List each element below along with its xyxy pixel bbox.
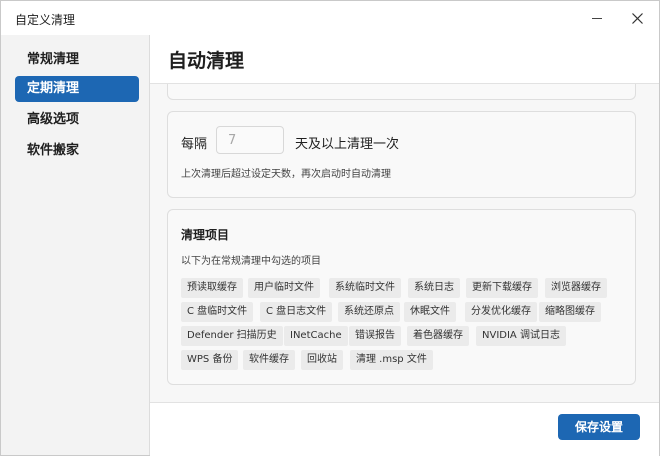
close-icon (631, 12, 643, 24)
sidebar-item-regular-clean[interactable]: 常规清理 (15, 47, 139, 73)
minimize-icon (592, 17, 602, 19)
close-button[interactable] (617, 1, 657, 35)
clean-item-tag: 系统日志 (408, 278, 460, 298)
minimize-button[interactable] (577, 1, 617, 35)
section-title: 清理项目 (181, 228, 230, 242)
clean-item-tag: 错误报告 (349, 326, 401, 346)
clean-item-tag: 系统临时文件 (329, 278, 401, 298)
sidebar-item-label: 常规清理 (27, 52, 80, 67)
clean-item-tag: 系统还原点 (338, 302, 400, 322)
clean-item-tag: 分发优化缓存 (465, 302, 537, 322)
clean-item-tag: 缩略图缓存 (539, 302, 601, 322)
app-window: 自定义清理 常规清理 定期清理 高级选项 软件搬家 自动清理 每隔 7 天及以上… (0, 0, 660, 456)
clean-item-tag: 着色器缓存 (407, 326, 469, 346)
clean-item-tag: INetCache (284, 326, 348, 346)
clean-item-tag: C 盘日志文件 (260, 302, 333, 322)
sidebar-item-scheduled-clean[interactable]: 定期清理 (15, 76, 139, 102)
clean-item-tag: 回收站 (301, 350, 343, 370)
interval-suffix-label: 天及以上清理一次 (295, 137, 400, 152)
sidebar-item-software-move[interactable]: 软件搬家 (15, 138, 139, 164)
clean-item-tag: C 盘临时文件 (181, 302, 254, 322)
sidebar-item-label: 定期清理 (27, 81, 80, 96)
interval-prefix-label: 每隔 (181, 137, 208, 152)
clean-items-card: 清理项目 以下为在常规清理中勾选的项目 预读取缓存 用户临时文件 系统临时文件 … (167, 209, 636, 385)
clean-item-tag: 休眠文件 (404, 302, 456, 322)
clean-item-tag: Defender 扫描历史 (181, 326, 283, 346)
page-header: 自动清理 (150, 35, 659, 84)
window-title: 自定义清理 (15, 13, 76, 27)
main-panel: 自动清理 每隔 天及以上清理一次 上次清理后超过设定天数，再次启动时自动清理 清… (150, 35, 659, 456)
clean-item-tag: 更新下载缓存 (466, 278, 538, 298)
schedule-card: 每隔 天及以上清理一次 上次清理后超过设定天数，再次启动时自动清理 (167, 111, 636, 198)
title-bar: 自定义清理 (1, 1, 659, 35)
sidebar-item-label: 高级选项 (27, 112, 80, 127)
page-title: 自动清理 (168, 50, 245, 72)
schedule-hint: 上次清理后超过设定天数，再次启动时自动清理 (181, 169, 391, 180)
previous-card-edge (167, 82, 636, 100)
sidebar-item-label: 软件搬家 (27, 143, 80, 158)
clean-item-tag: WPS 备份 (181, 350, 239, 370)
section-description: 以下为在常规清理中勾选的项目 (181, 256, 321, 267)
clean-item-tag: 软件缓存 (243, 350, 295, 370)
clean-item-tag: 清理 .msp 文件 (350, 350, 433, 370)
sidebar-item-advanced-options[interactable]: 高级选项 (15, 107, 139, 133)
clean-item-tag: 浏览器缓存 (545, 278, 607, 298)
save-settings-button[interactable]: 保存设置 (558, 414, 640, 440)
sidebar: 常规清理 定期清理 高级选项 软件搬家 (1, 35, 150, 455)
clean-item-tag: 预读取缓存 (181, 278, 243, 298)
clean-item-tag: NVIDIA 调试日志 (476, 326, 566, 346)
footer-bar: 保存设置 (150, 402, 659, 456)
days-input[interactable] (216, 126, 284, 154)
clean-item-tag: 用户临时文件 (248, 278, 320, 298)
